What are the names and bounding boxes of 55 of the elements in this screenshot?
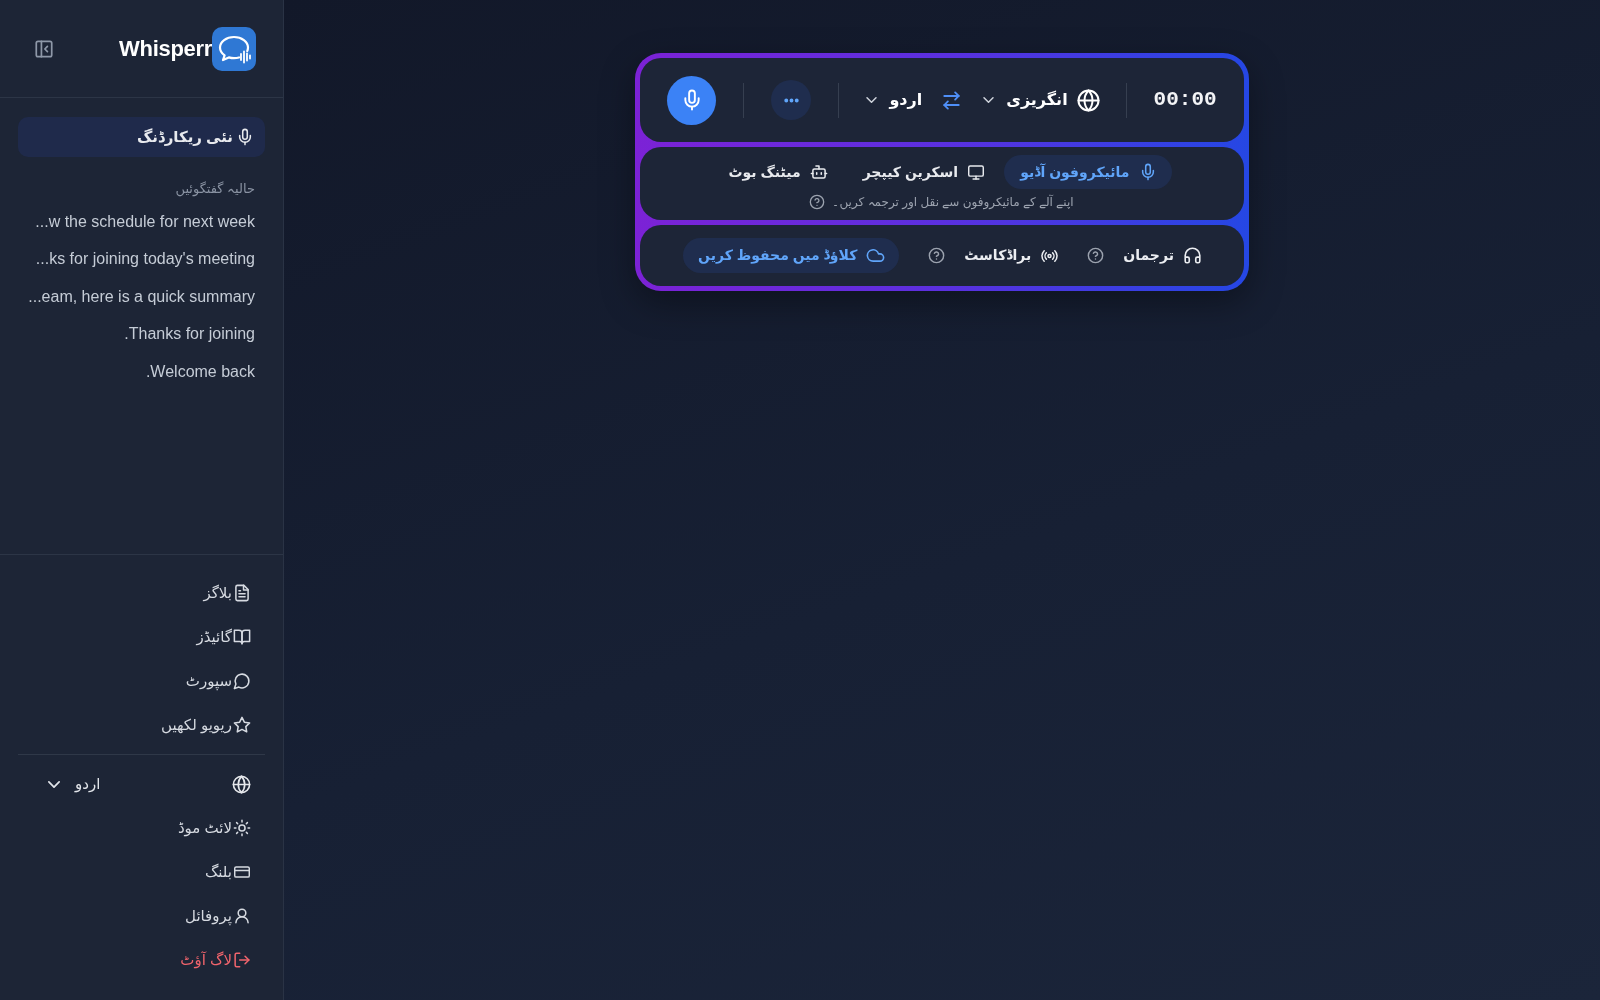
- conversation-link[interactable]: ...w the schedule for next week: [35, 209, 255, 234]
- source-tab[interactable]: میٹنگ بوٹ: [712, 155, 843, 189]
- chevron-down-icon: [866, 97, 878, 103]
- speech-bubble-logo-icon: [212, 26, 256, 71]
- chat-bubble-icon: [234, 673, 250, 689]
- sidebar-link[interactable]: ریویو لکھیں: [161, 713, 250, 737]
- section-heading: حالیہ گفتگوئیں: [174, 180, 256, 199]
- timer: 00:00: [1153, 87, 1217, 114]
- broadcast-icon: [1041, 249, 1059, 262]
- conversation-link[interactable]: .Welcome back: [145, 359, 255, 384]
- sun-icon: [234, 820, 250, 836]
- source-tab[interactable]: مائیکروفون آڈیو: [1004, 155, 1172, 189]
- target-language-select[interactable]: اردو: [866, 88, 923, 112]
- sidebar-toggle-icon[interactable]: [35, 39, 53, 58]
- star-icon: [234, 717, 250, 733]
- sidebar-link[interactable]: بلاگز: [203, 581, 250, 605]
- option-toggle[interactable]: براڈکاسٹ: [964, 238, 1059, 273]
- logout-icon: [234, 952, 250, 968]
- globe-icon: [1077, 89, 1099, 111]
- headphones-icon: [1183, 247, 1201, 264]
- dots-icon: [783, 98, 799, 102]
- source-language-select[interactable]: انگریزی: [983, 88, 1068, 112]
- help-icon[interactable]: [810, 195, 825, 209]
- sidebar-link[interactable]: بلنگ: [204, 860, 250, 884]
- globe-icon: [233, 775, 250, 793]
- user-icon: [234, 908, 250, 924]
- language-select[interactable]: اردو: [48, 772, 101, 796]
- help-icon[interactable]: [929, 248, 945, 263]
- conversation-link[interactable]: ...ks for joining today's meeting: [35, 247, 255, 272]
- monitor-icon: [968, 164, 985, 180]
- chevron-down-icon: [48, 780, 60, 788]
- mic-icon: [237, 129, 253, 145]
- logo-text: Whisperr: [119, 37, 212, 60]
- document-icon: [234, 585, 250, 601]
- book-icon: [234, 629, 250, 645]
- credit-card-icon: [234, 866, 250, 878]
- sidebar-link[interactable]: لائٹ موڈ: [177, 816, 250, 840]
- sidebar-link[interactable]: سپورٹ: [185, 669, 250, 693]
- hint-text: اپنے آلے کے مائیکروفون سے نقل اور ترجمہ کریں۔: [832, 193, 1074, 211]
- sidebar-link[interactable]: گائیڈز: [196, 625, 250, 649]
- new-recording-button[interactable]: نئی ریکارڈنگ: [18, 117, 265, 157]
- mic-icon: [681, 90, 702, 110]
- swap-arrows-icon[interactable]: [942, 90, 962, 110]
- robot-icon: [810, 164, 827, 180]
- sidebar-link[interactable]: پروفائل: [185, 904, 250, 928]
- conversation-link[interactable]: ...eam, here is a quick summary: [28, 284, 255, 309]
- chevron-down-icon: [983, 97, 995, 103]
- sidebar-link[interactable]: لاگ آؤٹ: [180, 948, 250, 972]
- mic-icon: [1139, 164, 1156, 180]
- source-tab[interactable]: اسکرین کیپچر: [846, 155, 1001, 189]
- help-icon[interactable]: [1088, 248, 1104, 263]
- option-toggle[interactable]: ترجمان: [1123, 238, 1201, 273]
- conversation-link[interactable]: .Thanks for joining: [124, 322, 255, 347]
- cloud-icon: [867, 247, 885, 264]
- option-toggle[interactable]: کلاؤڈ میں محفوظ کریں: [683, 238, 900, 273]
